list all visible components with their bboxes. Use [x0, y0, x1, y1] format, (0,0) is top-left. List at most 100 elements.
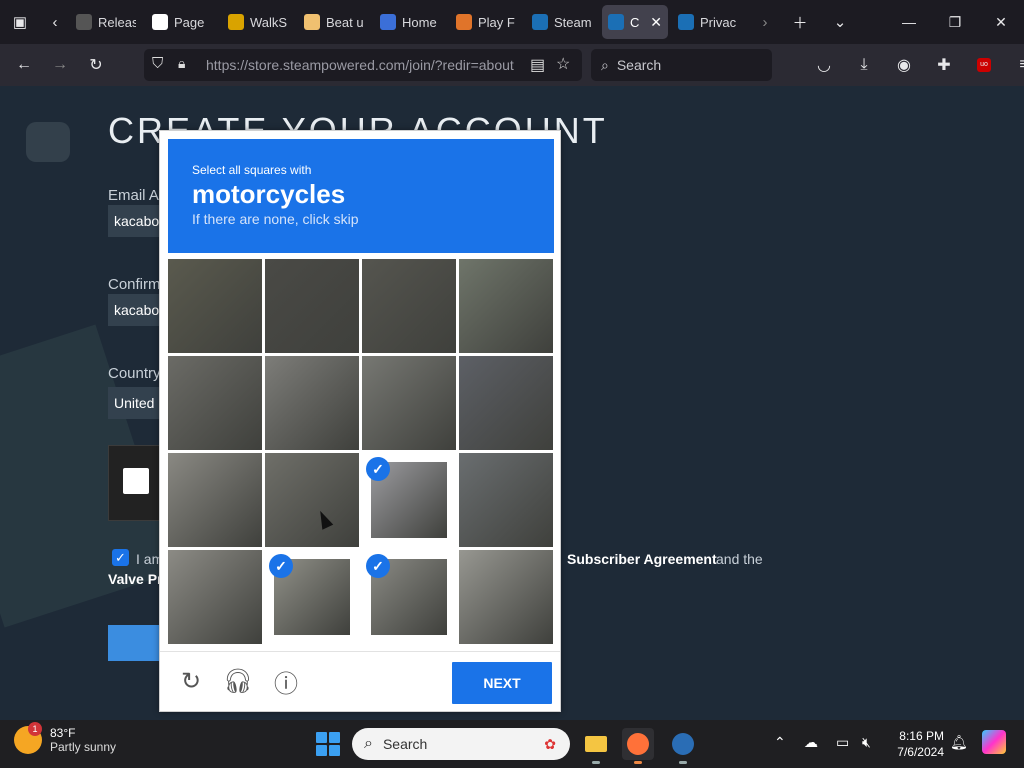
email-label: Email Ac — [108, 187, 167, 204]
new-tab-icon[interactable]: ＋ — [780, 0, 820, 44]
tab-3[interactable]: Beat u — [298, 5, 370, 39]
privacy-policy-link[interactable]: Valve Pr — [108, 571, 163, 587]
audio-challenge-icon[interactable]: 🎧︎ — [223, 666, 253, 696]
bookmark-star-icon[interactable]: ☆ — [556, 54, 570, 74]
copilot-icon[interactable] — [982, 730, 1006, 754]
captcha-tile[interactable] — [362, 356, 456, 450]
weather-text: Partly sunny — [50, 740, 117, 754]
tab-label: Releas — [98, 14, 136, 30]
captcha-tile[interactable]: ✓ — [362, 550, 456, 644]
search-bar[interactable]: ⌕ Search — [591, 49, 772, 81]
tab-2[interactable]: WalkS — [222, 5, 294, 39]
walkthrough-icon — [228, 14, 244, 30]
captcha-tile[interactable] — [459, 550, 553, 644]
tab-scroll-left-icon[interactable]: ‹ — [40, 0, 70, 44]
search-placeholder: Search — [616, 57, 662, 73]
weather-icon: 1 — [14, 722, 42, 754]
ublock-icon[interactable]: uo — [966, 49, 1002, 81]
captcha-tile[interactable] — [168, 453, 262, 547]
tab-4[interactable]: Home — [374, 5, 446, 39]
taskbar-search[interactable]: ⌕ Search ✿ — [352, 728, 570, 760]
downloads-icon[interactable]: ⤓ — [846, 49, 882, 81]
subscriber-agreement-link[interactable]: Subscriber Agreement — [567, 551, 717, 567]
tab-6[interactable]: Steam — [526, 5, 598, 39]
steam-app-icon[interactable] — [667, 728, 699, 764]
weather-widget[interactable]: 1 83°F Partly sunny — [14, 722, 117, 754]
captcha-tile[interactable] — [362, 259, 456, 353]
forward-icon[interactable]: → — [42, 49, 78, 81]
menu-icon[interactable]: ≡ — [1006, 49, 1024, 81]
captcha-tile[interactable]: ✓ — [265, 550, 359, 644]
recaptcha-checkbox[interactable] — [123, 468, 149, 494]
steam-icon — [608, 14, 624, 30]
tray-chevron-icon[interactable]: ⌃ — [774, 734, 786, 751]
url-bar[interactable]: ⛉ 🔒︎ https://store.steampowered.com/join… — [144, 49, 582, 81]
agree-checkbox[interactable]: ✓ — [112, 549, 129, 566]
captcha-target: motorcycles — [192, 179, 346, 209]
github-icon — [152, 14, 168, 30]
search-icon: ⌕ — [364, 735, 373, 752]
tab-label: Beat u — [326, 14, 364, 30]
cloud-offline-icon[interactable]: ☁ — [804, 734, 818, 751]
clock[interactable]: 8:16 PM 7/6/2024 — [888, 728, 944, 760]
firefox-icon[interactable] — [622, 728, 654, 764]
clock-date: 7/6/2024 — [897, 745, 944, 759]
reload-challenge-icon[interactable]: ↻ — [176, 666, 206, 696]
lock-icon[interactable]: 🔒︎ — [178, 55, 185, 72]
back-icon[interactable]: ← — [6, 49, 42, 81]
document-icon — [76, 14, 92, 30]
weather-temp: 83°F — [50, 726, 76, 740]
tab-0[interactable]: Releas — [70, 5, 142, 39]
confirm-email-label: Confirm — [108, 276, 161, 293]
captcha-tile[interactable] — [168, 550, 262, 644]
start-button[interactable] — [316, 732, 340, 756]
captcha-tile-image — [168, 259, 262, 353]
captcha-tile[interactable]: ✓ — [362, 453, 456, 547]
pocket-icon[interactable]: ◡ — [806, 49, 842, 81]
reload-icon[interactable]: ↻ — [78, 49, 114, 81]
game-icon — [304, 14, 320, 30]
captcha-tile[interactable] — [459, 259, 553, 353]
tab-list-icon[interactable]: ⌄ — [820, 0, 860, 44]
notification-bell-icon[interactable]: 🔔︎ — [950, 734, 968, 751]
fox-icon — [456, 14, 472, 30]
tab-1[interactable]: Page — [146, 5, 218, 39]
close-tab-icon[interactable]: ✕ — [650, 14, 662, 31]
captcha-tile[interactable] — [265, 453, 359, 547]
check-icon: ✓ — [366, 554, 390, 578]
restore-icon[interactable]: ❐ — [932, 0, 978, 44]
extensions-icon[interactable]: ✚ — [926, 49, 962, 81]
captcha-challenge: Select all squares with motorcycles If t… — [159, 130, 561, 712]
captcha-tile-image — [362, 356, 456, 450]
reader-view-icon[interactable]: ▤ — [530, 55, 545, 75]
file-explorer-icon[interactable] — [580, 728, 612, 764]
tab-label: Privac — [700, 14, 737, 30]
volume-muted-icon[interactable]: 🔇︎ — [862, 734, 871, 751]
minimize-icon[interactable]: — — [886, 0, 932, 44]
captcha-tile[interactable] — [168, 259, 262, 353]
next-button[interactable]: NEXT — [452, 662, 552, 704]
tab-bar: ▣ ‹ Releas Page WalkS Beat u Home Play F Steam… — [0, 0, 1024, 44]
tab-7[interactable]: Cre ✕ — [602, 5, 668, 39]
captcha-tile[interactable] — [459, 356, 553, 450]
captcha-footer: ↻ 🎧︎ ⓘ NEXT — [160, 651, 560, 711]
captcha-tile[interactable] — [265, 259, 359, 353]
steam-icon — [532, 14, 548, 30]
tab-scroll-right-icon[interactable]: › — [750, 0, 780, 44]
captcha-tile[interactable] — [265, 356, 359, 450]
url-text[interactable]: https://store.steampowered.com/join/?red… — [206, 57, 518, 73]
captcha-tile[interactable] — [168, 356, 262, 450]
nav-bar: ← → ↻ ⛉ 🔒︎ https://store.steampowered.co… — [0, 44, 1024, 86]
tab-8[interactable]: Privac — [672, 5, 744, 39]
tab-5[interactable]: Play F — [450, 5, 522, 39]
steam-mascot-icon — [26, 122, 70, 162]
info-icon[interactable]: ⓘ — [271, 666, 301, 698]
tab-overview-icon[interactable]: ▣ — [0, 0, 40, 44]
account-icon[interactable]: ◉ — [886, 49, 922, 81]
captcha-tile[interactable] — [459, 453, 553, 547]
close-window-icon[interactable]: ✕ — [978, 0, 1024, 44]
display-icon[interactable]: ▭ — [836, 734, 849, 751]
shield-icon[interactable]: ⛉ — [152, 55, 163, 72]
captcha-tile-image — [265, 453, 359, 547]
captcha-tile-image — [168, 453, 262, 547]
